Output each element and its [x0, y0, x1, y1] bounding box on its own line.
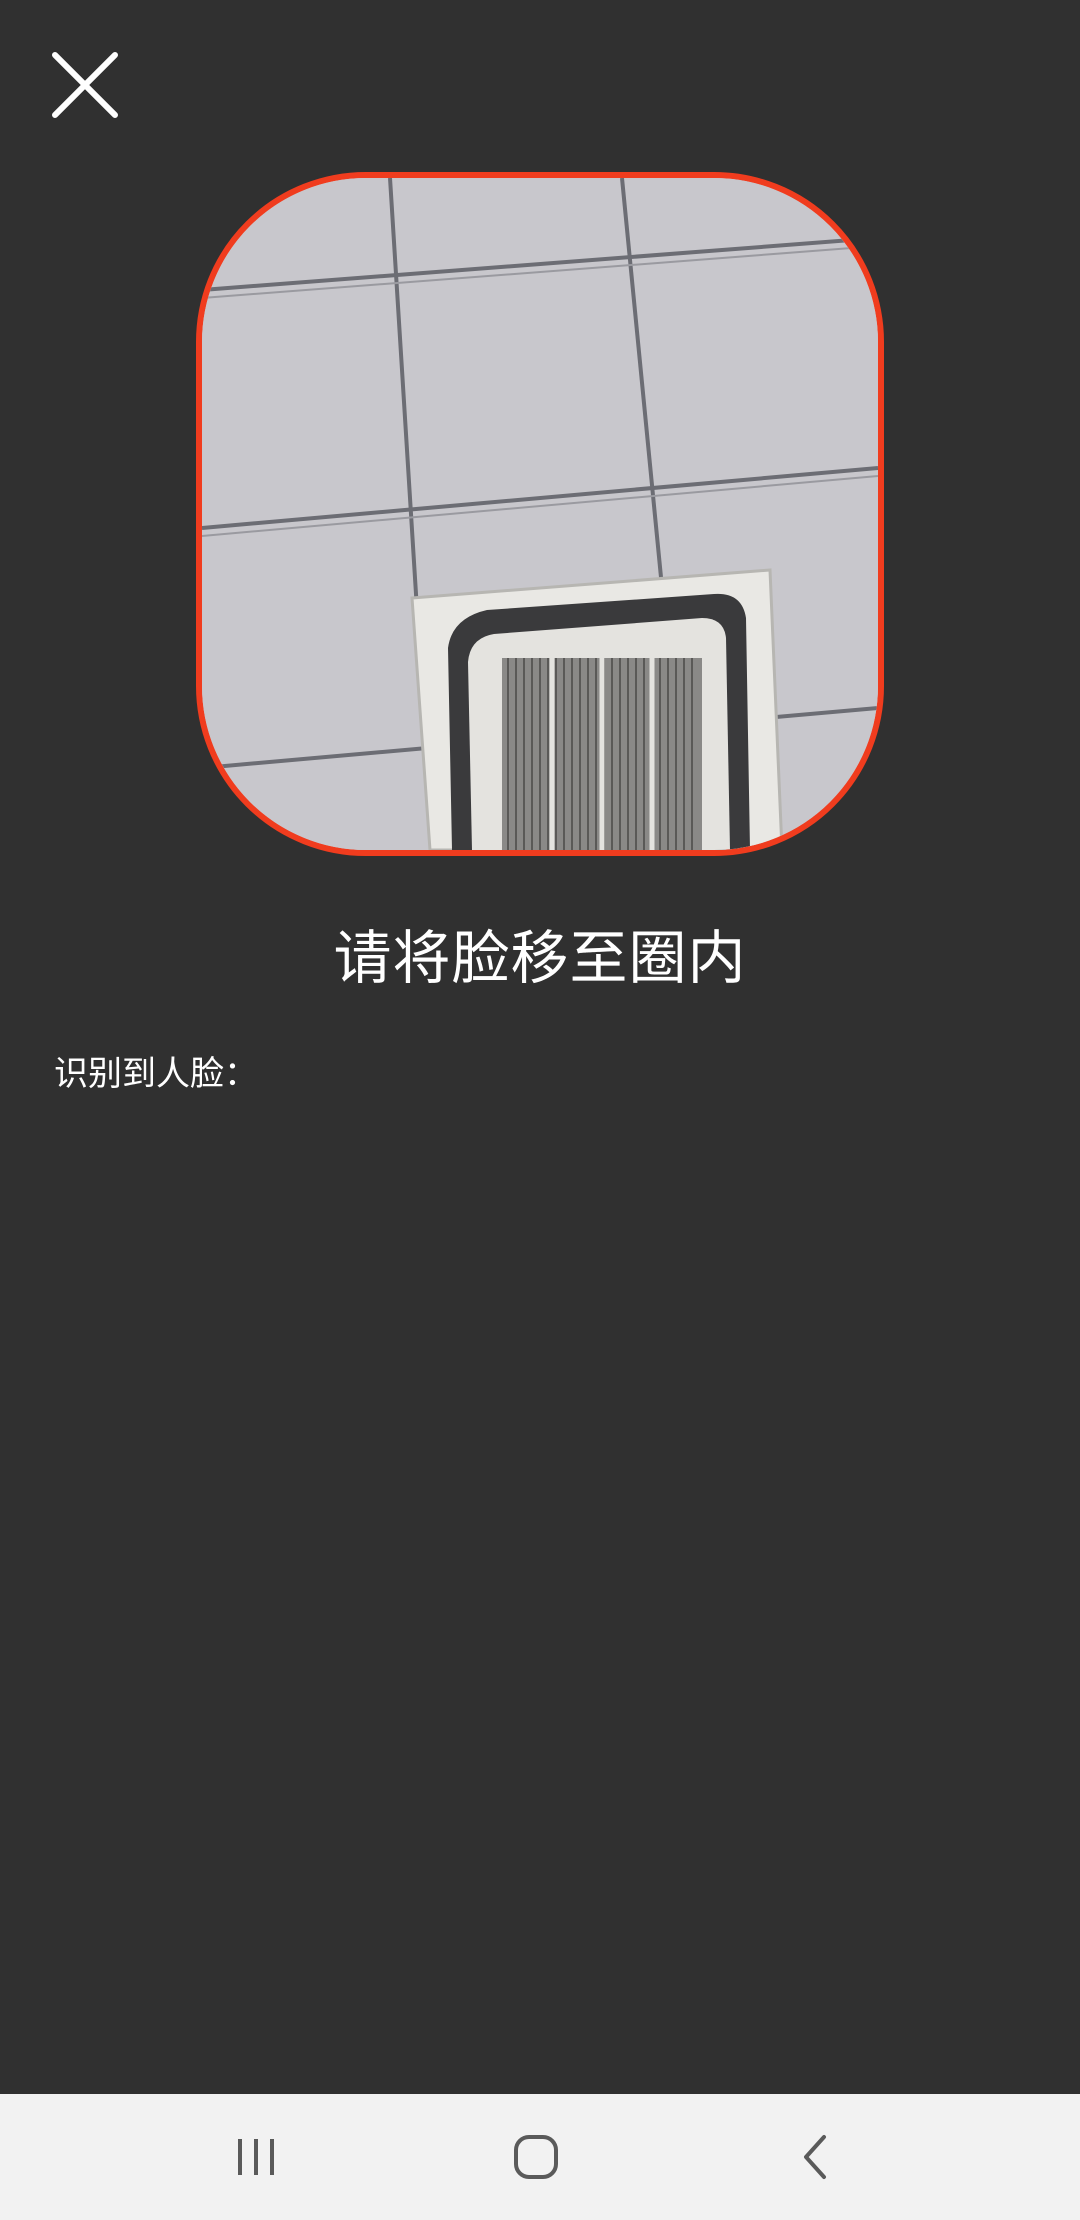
recents-button[interactable]: [186, 2094, 326, 2220]
home-button[interactable]: [466, 2094, 606, 2220]
back-icon: [804, 2135, 826, 2179]
home-icon: [514, 2135, 558, 2179]
close-button[interactable]: [40, 40, 130, 130]
face-detected-label: 识别到人脸：: [54, 1054, 258, 1094]
system-navigation-bar: [0, 2094, 1080, 2220]
camera-preview: [202, 178, 878, 850]
close-icon: [52, 52, 118, 118]
face-capture-screen: 请将脸移至圈内 识别到人脸：: [0, 0, 1080, 2220]
recents-icon: [238, 2139, 274, 2175]
instruction-text: 请将脸移至圈内: [333, 924, 747, 992]
back-button[interactable]: [746, 2094, 886, 2220]
camera-preview-frame: [196, 172, 884, 856]
